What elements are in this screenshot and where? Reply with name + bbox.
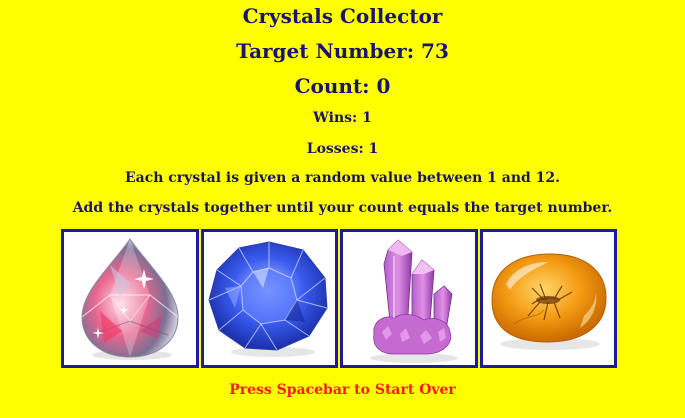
- current-count: Count: 0: [294, 74, 391, 98]
- instructions-line-1: Each crystal is given a random value bet…: [124, 170, 561, 186]
- crystal-button-1[interactable]: [61, 229, 199, 368]
- purple-quartz-cluster-icon: [369, 238, 458, 363]
- teardrop-crystal-icon: [81, 237, 179, 360]
- target-number: Target Number: 73: [236, 39, 449, 63]
- instructions-line-2: Add the crystals together until your cou…: [72, 200, 613, 216]
- game-page: Crystals Collector Target Number: 73 Cou…: [0, 0, 685, 418]
- crystal-row: [61, 229, 617, 368]
- amber-stone-icon: [491, 252, 607, 350]
- wins-counter: Wins: 1: [313, 110, 372, 126]
- crystal-button-3[interactable]: [340, 229, 478, 368]
- restart-prompt: Press Spacebar to Start Over: [229, 382, 456, 398]
- crystal-button-4[interactable]: [479, 229, 617, 368]
- blue-round-gem-icon: [208, 240, 328, 357]
- losses-counter: Losses: 1: [306, 141, 379, 157]
- game-title: Crystals Collector: [242, 4, 443, 28]
- crystal-button-2[interactable]: [200, 229, 338, 368]
